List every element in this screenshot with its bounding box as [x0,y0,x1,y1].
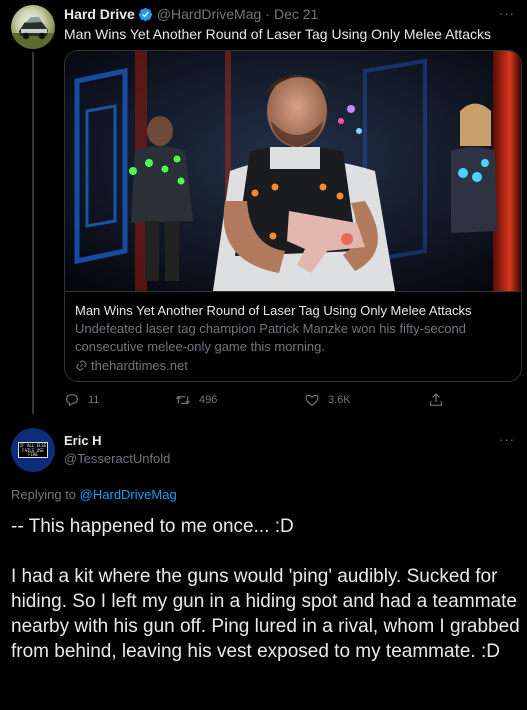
author-name[interactable]: Hard Drive [64,6,135,22]
author-name[interactable]: Eric H [64,433,102,448]
more-icon[interactable]: ··· [499,432,515,447]
avatar-text-box: IF ALL ELSE FAILS USE FIRE [18,442,48,458]
tweet-date[interactable]: Dec 21 [274,6,318,22]
link-icon [76,360,87,371]
like-button[interactable]: 3.6K [304,392,351,408]
replying-to: Replying to @HardDriveMag [11,487,177,502]
replying-to-prefix: Replying to [11,487,77,502]
share-button[interactable] [428,392,444,408]
link-card[interactable]: Man Wins Yet Another Round of Laser Tag … [64,50,522,382]
reply-icon [66,394,78,407]
share-icon [430,393,442,406]
verified-badge-icon [138,7,152,21]
tweet-hard-drive[interactable]: Hard Drive @HardDriveMag · Dec 21 ··· Ma… [0,0,527,420]
card-domain[interactable]: thehardtimes.net [75,358,511,373]
reply-count: 11 [88,394,100,406]
retweet-icon [175,395,191,405]
replying-to-mention[interactable]: @HardDriveMag [80,487,177,502]
avatar-eric-h[interactable]: IF ALL ELSE FAILS USE FIRE [11,428,55,472]
card-description: Undefeated laser tag champion Patrick Ma… [75,321,466,354]
card-image-laser-tag-photo[interactable] [65,51,521,291]
more-icon[interactable]: ··· [499,6,515,21]
like-count: 3.6K [328,394,351,406]
card-title[interactable]: Man Wins Yet Another Round of Laser Tag … [75,302,511,319]
tweet-text: -- This happened to me once... :D I had … [11,514,521,689]
card-domain-text[interactable]: thehardtimes.net [91,358,188,373]
tweet-paragraph: -- This happened to me once... :D [11,516,294,537]
tweet-header: Hard Drive @HardDriveMag · Dec 21 [64,6,318,22]
thread-line [32,52,34,414]
retweet-button[interactable]: 496 [175,392,217,408]
tweet-eric-h[interactable]: IF ALL ELSE FAILS USE FIRE Eric H @Tesse… [0,420,527,710]
reply-button[interactable]: 11 [64,392,99,408]
author-handle[interactable]: @HardDriveMag [157,6,261,22]
date-separator: · [265,6,270,22]
tweet-actions: 11 496 3.6K [64,392,464,412]
card-body[interactable]: Man Wins Yet Another Round of Laser Tag … [65,291,521,381]
tweet-text: Man Wins Yet Another Round of Laser Tag … [64,26,491,42]
avatar-hard-drive[interactable] [11,5,55,49]
author-handle[interactable]: @TesseractUnfold [64,451,170,466]
like-icon [305,394,319,407]
tweet-paragraph: I had a kit where the guns would 'ping' … [11,566,520,662]
retweet-count: 496 [199,394,218,406]
